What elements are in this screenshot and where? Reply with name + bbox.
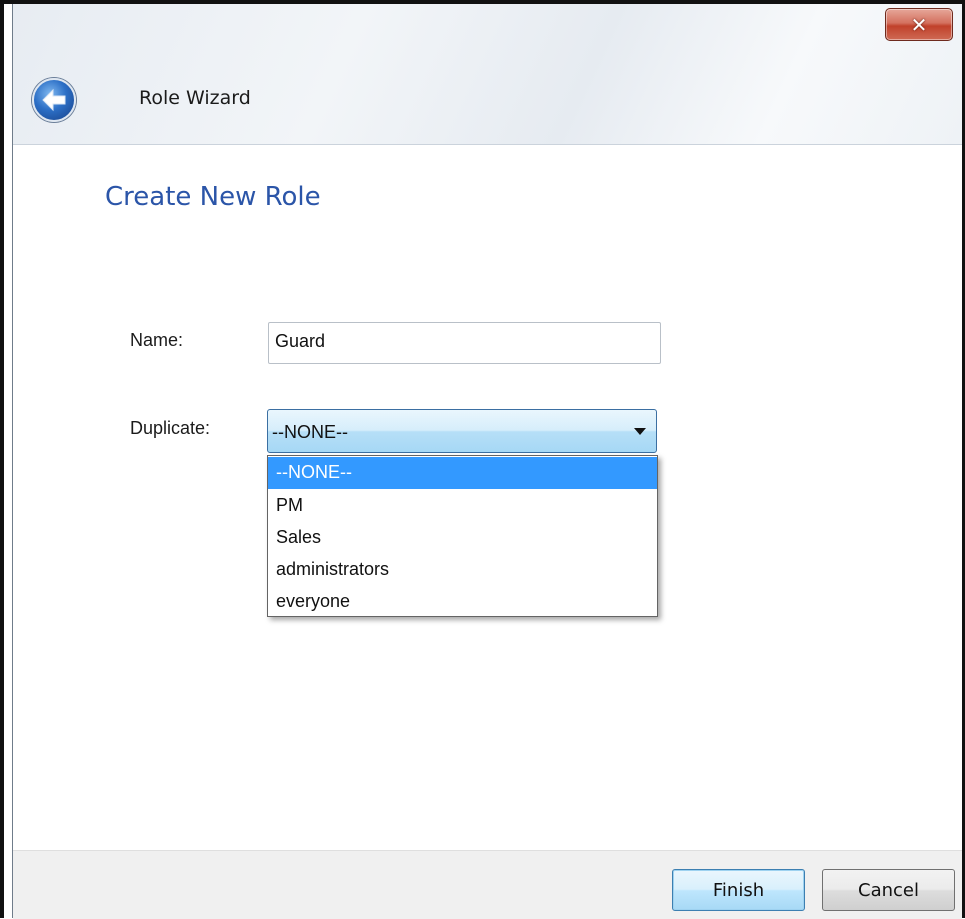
chevron-down-icon[interactable] (634, 428, 646, 435)
finish-button[interactable]: Finish (672, 869, 805, 911)
wizard-header (13, 4, 962, 145)
close-button[interactable]: ✕ (885, 8, 953, 41)
window-title: Role Wizard (139, 87, 251, 109)
dropdown-option-sales[interactable]: Sales (268, 522, 657, 554)
back-arrow-icon (42, 88, 66, 112)
name-label: Name: (130, 330, 184, 350)
duplicate-combobox[interactable]: --NONE-- (267, 409, 657, 453)
duplicate-selected-value: --NONE-- (272, 422, 348, 442)
wizard-footer (13, 850, 962, 919)
close-icon: ✕ (910, 12, 928, 37)
page-title: Create New Role (105, 182, 321, 212)
dropdown-option-none[interactable]: --NONE-- (268, 457, 657, 489)
dropdown-option-administrators[interactable]: administrators (268, 554, 657, 586)
back-button[interactable] (32, 78, 76, 122)
duplicate-dropdown-list: --NONE-- PM Sales administrators everyon… (267, 455, 658, 617)
dropdown-option-everyone[interactable]: everyone (268, 586, 657, 618)
name-input[interactable]: Guard (268, 322, 661, 364)
duplicate-label: Duplicate: (130, 418, 211, 438)
cancel-button[interactable]: Cancel (822, 869, 955, 911)
dropdown-option-pm[interactable]: PM (268, 490, 657, 522)
